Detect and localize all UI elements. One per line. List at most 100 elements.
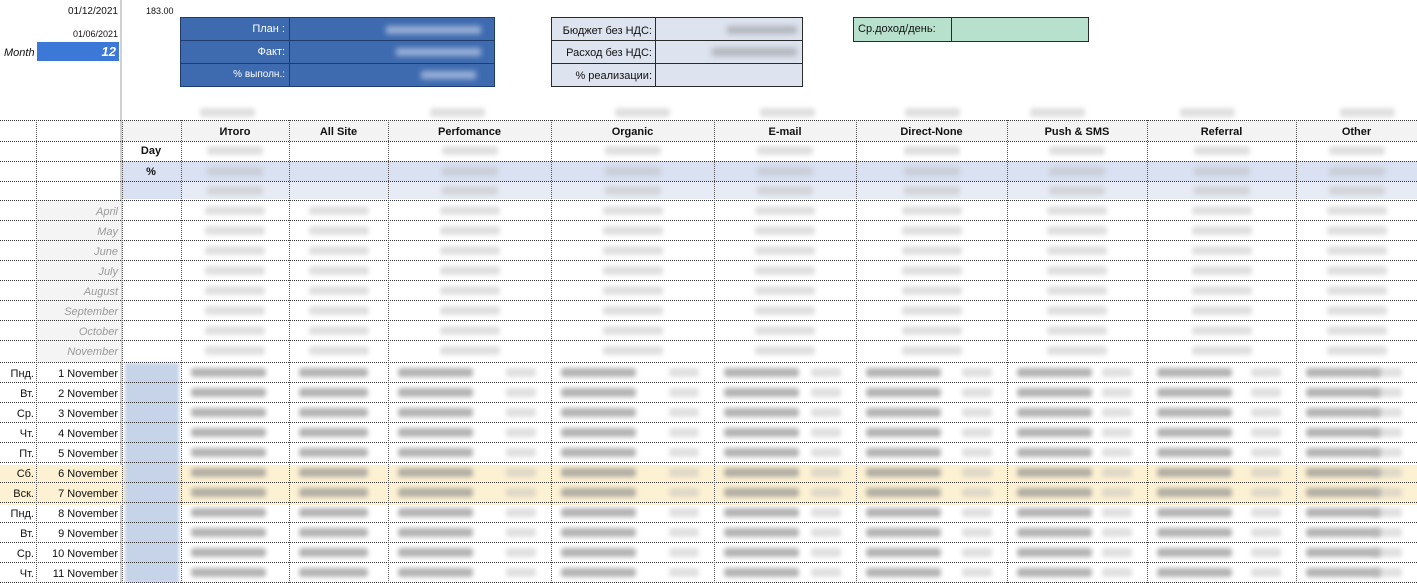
obscured-cell-value[interactable] [1306, 568, 1381, 577]
obscured-cell-value[interactable] [866, 548, 941, 557]
obscured-cell-value[interactable] [1157, 368, 1232, 377]
obscured-cell-value[interactable] [1102, 508, 1132, 517]
obscured-cell-value[interactable] [1193, 167, 1250, 176]
obscured-cell-value[interactable] [205, 306, 265, 315]
obscured-cell-value[interactable] [901, 226, 962, 235]
obscured-cell-value[interactable] [962, 508, 992, 517]
obscured-cell-value[interactable] [724, 428, 799, 437]
obscured-cell-value[interactable] [962, 448, 992, 457]
obscured-cell-value[interactable] [439, 306, 500, 315]
obscured-cell-value[interactable] [1372, 428, 1402, 437]
obscured-cell-value[interactable] [724, 408, 799, 417]
obscured-cell-value[interactable] [669, 488, 699, 497]
obscured-cell-value[interactable] [602, 246, 663, 255]
obscured-cell-value[interactable] [299, 568, 368, 577]
obscured-cell-value[interactable] [1047, 266, 1107, 275]
obscured-cell-value[interactable] [1102, 468, 1132, 477]
obscured-cell-value[interactable] [1017, 508, 1092, 517]
obscured-cell-value[interactable] [602, 226, 663, 235]
obscured-cell-value[interactable] [299, 428, 368, 437]
obscured-cell-value[interactable] [561, 368, 636, 377]
obscured-cell-value[interactable] [1306, 408, 1381, 417]
obscured-cell-value[interactable] [901, 346, 962, 355]
obscured-cell-value[interactable] [1017, 448, 1092, 457]
obscured-cell-value[interactable] [1251, 368, 1281, 377]
obscured-cell-value[interactable] [669, 428, 699, 437]
obscured-cell-value[interactable] [1306, 548, 1381, 557]
obscured-cell-value[interactable] [439, 246, 500, 255]
obscured-cell-value[interactable] [669, 528, 699, 537]
column-header[interactable]: Perfomance [388, 126, 551, 138]
obscured-cell-value[interactable] [299, 468, 368, 477]
obscured-cell-value[interactable] [439, 206, 500, 215]
obscured-cell-value[interactable] [1102, 548, 1132, 557]
obscured-cell-value[interactable] [866, 408, 941, 417]
obscured-cell-value[interactable] [962, 568, 992, 577]
obscured-cell-value[interactable] [866, 528, 941, 537]
obscured-cell-value[interactable] [901, 286, 962, 295]
obscured-cell-value[interactable] [1047, 246, 1107, 255]
obscured-cell-value[interactable] [561, 568, 636, 577]
obscured-cell-value[interactable] [1306, 528, 1381, 537]
obscured-cell-value[interactable] [1326, 246, 1387, 255]
obscured-cell-value[interactable] [561, 528, 636, 537]
obscured-cell-value[interactable] [755, 246, 815, 255]
obscured-cell-value[interactable] [901, 326, 962, 335]
expense-value-cell[interactable] [712, 48, 797, 56]
obscured-cell-value[interactable] [724, 508, 799, 517]
obscured-cell-value[interactable] [205, 246, 265, 255]
obscured-cell-value[interactable] [1251, 468, 1281, 477]
obscured-cell-value[interactable] [207, 167, 263, 176]
obscured-cell-value[interactable] [1102, 568, 1132, 577]
obscured-cell-value[interactable] [1372, 388, 1402, 397]
obscured-cell-value[interactable] [299, 448, 368, 457]
obscured-cell-value[interactable] [669, 448, 699, 457]
obscured-cell-value[interactable] [602, 306, 663, 315]
obscured-cell-value[interactable] [1326, 226, 1387, 235]
obscured-cell-value[interactable] [669, 388, 699, 397]
obscured-cell-value[interactable] [866, 468, 941, 477]
obscured-cell-value[interactable] [1047, 286, 1107, 295]
obscured-cell-value[interactable] [1372, 448, 1402, 457]
obscured-cell-value[interactable] [811, 508, 841, 517]
obscured-cell-value[interactable] [506, 528, 536, 537]
obscured-cell-value[interactable] [602, 326, 663, 335]
obscured-cell-value[interactable] [308, 206, 369, 215]
obscured-cell-value[interactable] [811, 568, 841, 577]
obscured-cell-value[interactable] [398, 488, 473, 497]
obscured-cell-value[interactable] [602, 206, 663, 215]
obscured-cell-value[interactable] [1017, 388, 1092, 397]
obscured-cell-value[interactable] [1251, 408, 1281, 417]
obscured-cell-value[interactable] [1306, 508, 1381, 517]
obscured-cell-value[interactable] [755, 206, 815, 215]
obscured-cell-value[interactable] [1157, 548, 1232, 557]
obscured-cell-value[interactable] [1372, 468, 1402, 477]
plan-percent-value-cell[interactable] [421, 71, 476, 79]
column-header[interactable]: Organic [551, 126, 714, 138]
obscured-cell-value[interactable] [811, 408, 841, 417]
obscured-cell-value[interactable] [962, 468, 992, 477]
obscured-cell-value[interactable] [669, 568, 699, 577]
obscured-cell-value[interactable] [724, 468, 799, 477]
column-header[interactable]: Direct-None [856, 126, 1007, 138]
obscured-cell-value[interactable] [1326, 306, 1387, 315]
end-date-cell[interactable]: 01/12/2021 [20, 6, 118, 17]
obscured-cell-value[interactable] [1047, 346, 1107, 355]
obscured-cell-value[interactable] [205, 286, 265, 295]
column-header[interactable]: Referral [1147, 126, 1296, 138]
obscured-cell-value[interactable] [308, 266, 369, 275]
obscured-cell-value[interactable] [962, 528, 992, 537]
obscured-cell-value[interactable] [191, 508, 266, 517]
obscured-cell-value[interactable] [506, 488, 536, 497]
obscured-cell-value[interactable] [191, 468, 266, 477]
obscured-cell-value[interactable] [1251, 488, 1281, 497]
budget-value-cell[interactable] [727, 26, 797, 34]
obscured-cell-value[interactable] [755, 286, 815, 295]
obscured-cell-value[interactable] [1306, 488, 1381, 497]
obscured-cell-value[interactable] [724, 548, 799, 557]
obscured-cell-value[interactable] [602, 286, 663, 295]
obscured-cell-value[interactable] [308, 306, 369, 315]
obscured-cell-value[interactable] [1191, 226, 1252, 235]
obscured-cell-value[interactable] [1157, 388, 1232, 397]
obscured-cell-value[interactable] [207, 146, 263, 155]
